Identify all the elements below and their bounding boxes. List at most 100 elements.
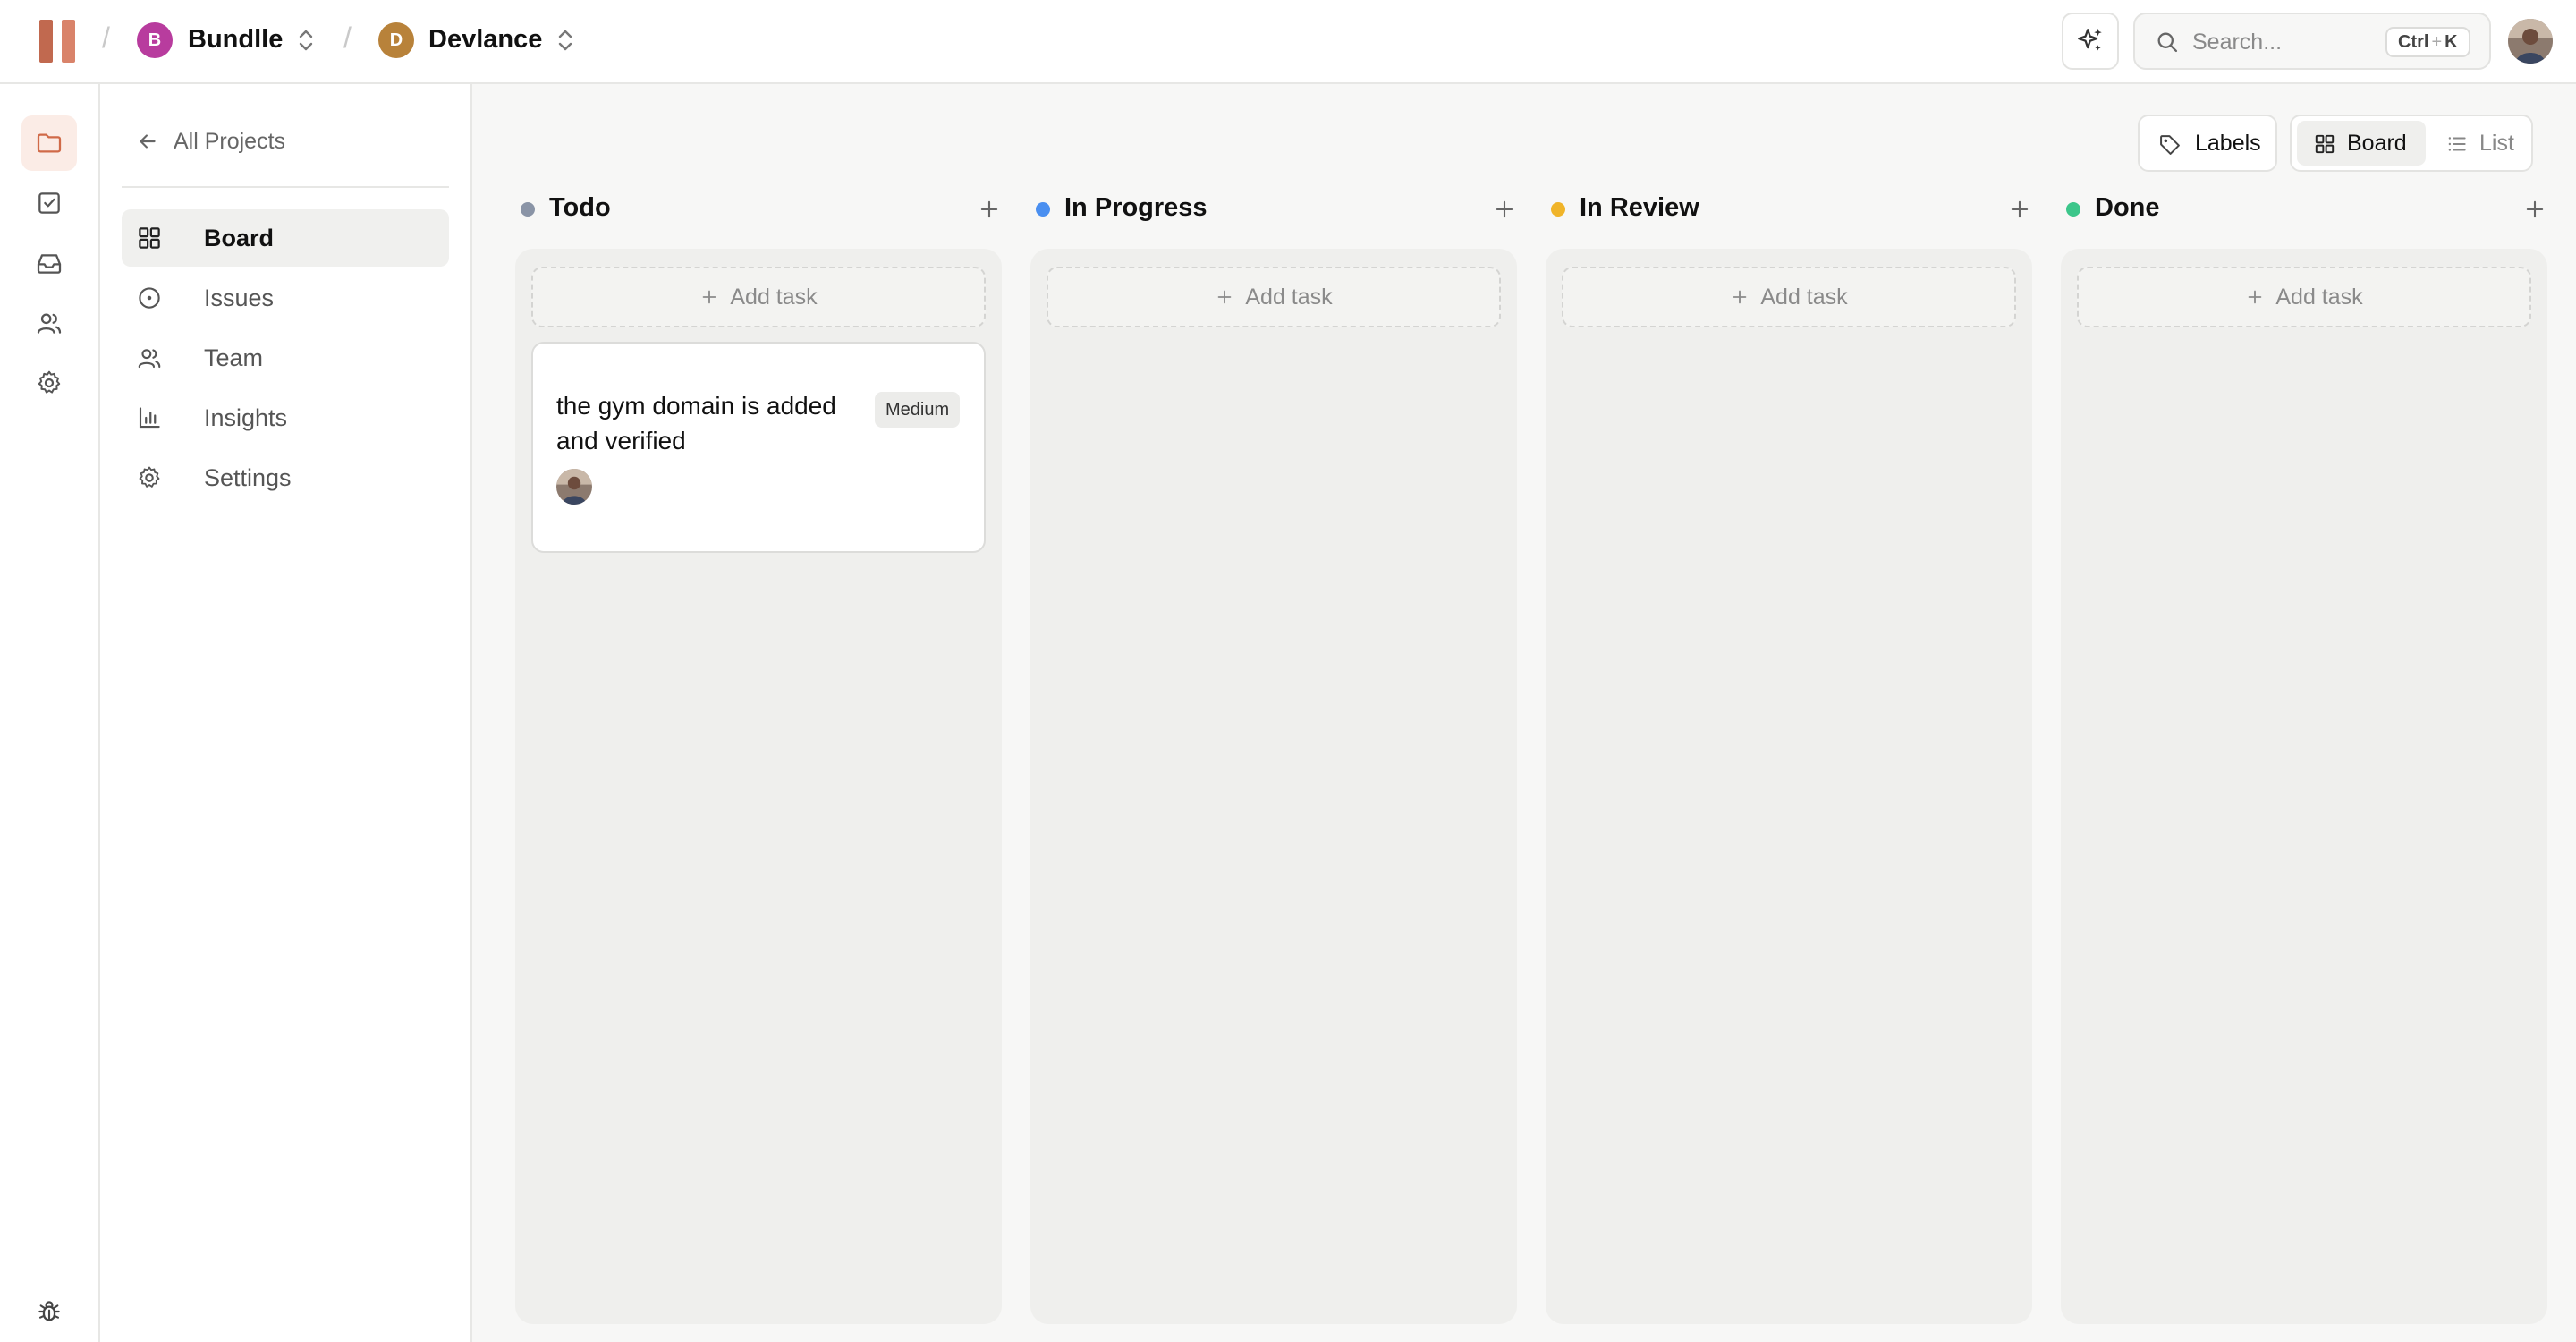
add-task-label: Add task	[730, 284, 818, 310]
sidebar-item-issues[interactable]: Issues	[122, 269, 449, 327]
sidebar-divider	[122, 186, 449, 188]
labels-button[interactable]: Labels	[2138, 115, 2277, 172]
top-bar: / B Bundlle / D Devlance Ctrl+K	[0, 0, 2576, 84]
breadcrumb-separator: /	[102, 21, 110, 54]
list-icon	[2448, 137, 2466, 151]
labels-button-label: Labels	[2195, 130, 2261, 156]
arrow-left-icon	[140, 134, 156, 149]
workspace-badge[interactable]: B	[137, 22, 173, 58]
column-title: In Progress	[1064, 193, 1208, 222]
gear-icon	[139, 466, 160, 488]
board-area: Labels Board List Todo In Progress In Re…	[472, 84, 2576, 1342]
list-view-label: List	[2479, 130, 2514, 156]
column-header-todo: Todo	[517, 188, 1004, 231]
task-card[interactable]: the gym domain is added and verified Med…	[531, 342, 986, 553]
folder-icon	[37, 133, 62, 153]
rail-members-button[interactable]	[21, 295, 77, 351]
search-icon	[2157, 32, 2178, 53]
grid-icon	[2315, 134, 2334, 154]
search-input[interactable]	[2192, 25, 2371, 59]
shortcut-plus: +	[2431, 32, 2443, 52]
add-task-label: Add task	[1245, 284, 1333, 310]
list-view-button[interactable]: List	[2429, 121, 2529, 166]
chevron-up-down-icon[interactable]	[295, 27, 317, 54]
task-title: the gym domain is added and verified	[556, 392, 836, 454]
chevron-up-down-icon[interactable]	[555, 27, 576, 54]
project-name[interactable]: Devlance	[428, 25, 542, 55]
gear-icon	[38, 370, 61, 394]
inbox-icon	[37, 254, 62, 274]
plus-icon	[1733, 290, 1747, 304]
plus-icon[interactable]	[2007, 197, 2032, 222]
rail-tasks-button[interactable]	[21, 175, 77, 231]
users-icon	[37, 313, 62, 334]
rail-settings-button[interactable]	[21, 355, 77, 411]
status-dot	[521, 202, 535, 217]
column-todo: Add task the gym domain is added and ver…	[515, 249, 1002, 1324]
project-sidebar: All Projects Board Issues Team Insights …	[100, 84, 472, 1342]
breadcrumb-separator: /	[343, 21, 352, 54]
plus-icon[interactable]	[1492, 197, 1517, 222]
bar-chart-icon	[139, 407, 160, 429]
view-toggle: Board List	[2290, 115, 2533, 172]
shortcut-key: K	[2445, 32, 2458, 52]
search-box[interactable]: Ctrl+K	[2133, 13, 2491, 70]
circle-dot-icon	[139, 287, 160, 309]
column-header-in-progress: In Progress	[1032, 188, 1519, 231]
user-avatar[interactable]	[2508, 19, 2553, 64]
plus-icon[interactable]	[977, 197, 1002, 222]
sidebar-item-board[interactable]: Board	[122, 209, 449, 267]
tag-icon	[2160, 135, 2180, 155]
ai-assistant-button[interactable]	[2062, 13, 2119, 70]
plus-icon	[1218, 290, 1232, 304]
rail-bug-report-button[interactable]	[21, 1284, 77, 1339]
column-in-review: Add task	[1546, 249, 2032, 1324]
board-view-button[interactable]: Board	[2297, 121, 2426, 166]
plus-icon[interactable]	[2522, 197, 2547, 222]
board-view-label: Board	[2347, 130, 2407, 156]
sidebar-item-label: Issues	[204, 284, 275, 311]
sidebar-item-label: Settings	[204, 463, 292, 491]
all-projects-label: All Projects	[174, 128, 286, 154]
app-logo[interactable]	[39, 20, 75, 63]
column-done: Add task	[2061, 249, 2547, 1324]
status-dot	[1551, 202, 1565, 217]
plus-icon	[2249, 290, 2262, 304]
column-title: Done	[2095, 193, 2160, 222]
sidebar-item-insights[interactable]: Insights	[122, 389, 449, 446]
workspace-name[interactable]: Bundlle	[188, 25, 283, 55]
rail-inbox-button[interactable]	[21, 235, 77, 291]
sidebar-item-label: Team	[204, 344, 264, 371]
add-task-button[interactable]: Add task	[1562, 267, 2016, 327]
column-header-in-review: In Review	[1547, 188, 2034, 231]
add-task-button[interactable]: Add task	[531, 267, 986, 327]
column-header-done: Done	[2063, 188, 2549, 231]
sidebar-item-team[interactable]: Team	[122, 329, 449, 386]
column-in-progress: Add task	[1030, 249, 1517, 1324]
shortcut-ctrl: Ctrl	[2398, 32, 2429, 52]
add-task-button[interactable]: Add task	[1046, 267, 1501, 327]
rail-projects-button[interactable]	[21, 115, 77, 171]
assignee-avatar[interactable]	[556, 469, 592, 505]
bug-icon	[38, 1301, 60, 1321]
status-dot	[1036, 202, 1050, 217]
sidebar-item-label: Insights	[204, 403, 288, 431]
grid-icon	[139, 227, 160, 249]
search-shortcut-badge: Ctrl + K	[2385, 27, 2470, 57]
status-dot	[2066, 202, 2080, 217]
add-task-label: Add task	[2275, 284, 2363, 310]
sidebar-item-label: Board	[204, 224, 275, 251]
all-projects-link[interactable]: All Projects	[136, 123, 285, 159]
column-title: In Review	[1580, 193, 1699, 222]
project-badge[interactable]: D	[378, 22, 414, 58]
column-title: Todo	[549, 193, 611, 222]
checkbox-icon	[38, 192, 60, 214]
add-task-button[interactable]: Add task	[2077, 267, 2531, 327]
icon-rail	[0, 84, 100, 1342]
sparkles-icon	[2078, 28, 2102, 51]
sidebar-item-settings[interactable]: Settings	[122, 449, 449, 506]
plus-icon	[703, 290, 716, 304]
users-icon	[138, 349, 161, 369]
add-task-label: Add task	[1760, 284, 1848, 310]
priority-badge: Medium	[875, 392, 961, 428]
